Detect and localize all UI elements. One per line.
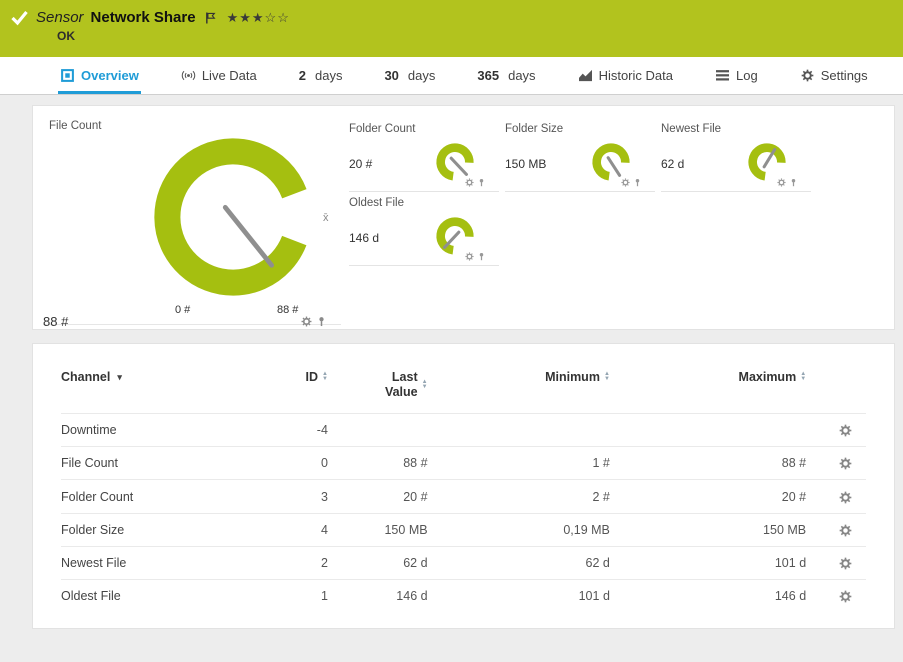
tab-label: days bbox=[508, 68, 535, 83]
status-check-icon bbox=[10, 10, 29, 26]
table-row[interactable]: Newest File 2 62 d 62 d 101 d bbox=[61, 546, 866, 579]
oldest-file-gauge bbox=[433, 215, 477, 257]
channel-settings-gear-icon[interactable] bbox=[839, 590, 852, 603]
column-header-last-value[interactable]: Last Value▲▼ bbox=[328, 370, 428, 414]
gauge-value: 20 # bbox=[349, 157, 372, 171]
channel-settings-gear-icon[interactable] bbox=[839, 424, 852, 437]
tab-number: 365 bbox=[477, 68, 499, 83]
folder-count-gauge bbox=[433, 141, 477, 183]
tab-label: Settings bbox=[821, 68, 868, 83]
flag-icon[interactable] bbox=[205, 11, 216, 25]
folder-size-gauge-tile: Folder Size 150 MB bbox=[505, 118, 655, 192]
gauge-value: 146 d bbox=[349, 231, 379, 245]
gauge-title: Newest File bbox=[661, 123, 811, 140]
column-header-minimum[interactable]: Minimum▲▼ bbox=[428, 370, 610, 414]
live-data-icon bbox=[181, 69, 196, 82]
gauge-pin-icon[interactable] bbox=[789, 178, 798, 187]
sort-icon[interactable]: ▲▼ bbox=[422, 380, 428, 390]
priority-stars[interactable]: ★★★☆☆ bbox=[227, 10, 290, 26]
sort-icon[interactable]: ▲▼ bbox=[604, 372, 610, 382]
tab-label: Live Data bbox=[202, 68, 257, 83]
gauges-panel: File Count x̄ 0 # 88 # 88 # Folde bbox=[32, 105, 895, 330]
newest-file-gauge bbox=[745, 141, 789, 183]
sensor-kind-label: Sensor bbox=[36, 9, 84, 26]
gauge-settings-gear-icon[interactable] bbox=[465, 178, 474, 187]
tab-label: Historic Data bbox=[599, 68, 673, 83]
gauge-settings-gear-icon[interactable] bbox=[465, 252, 474, 261]
gauge-title: File Count bbox=[43, 118, 341, 132]
column-header-channel[interactable]: Channel▾ bbox=[61, 370, 238, 414]
tab-bar: Overview Live Data 2 days 30 days 365 da… bbox=[0, 57, 903, 95]
gauge-title: Folder Size bbox=[505, 123, 655, 140]
tab-label: days bbox=[408, 68, 435, 83]
overview-icon bbox=[60, 69, 75, 82]
tab-label: Overview bbox=[81, 68, 139, 83]
historic-data-icon bbox=[578, 69, 593, 82]
table-row[interactable]: Folder Count 3 20 # 2 # 20 # bbox=[61, 480, 866, 513]
gauge-scale-min: 0 # bbox=[175, 304, 190, 316]
channel-settings-gear-icon[interactable] bbox=[839, 524, 852, 537]
tab-overview[interactable]: Overview bbox=[58, 57, 141, 94]
gauge-title: Oldest File bbox=[349, 197, 499, 214]
folder-size-gauge bbox=[589, 141, 633, 183]
folder-count-gauge-tile: Folder Count 20 # bbox=[349, 118, 499, 192]
settings-gear-icon bbox=[800, 69, 815, 82]
sort-icon[interactable]: ▲▼ bbox=[800, 372, 806, 382]
sensor-title: Network Share bbox=[91, 9, 196, 26]
tab-label: days bbox=[315, 68, 342, 83]
table-row[interactable]: Folder Size 4 150 MB 0,19 MB 150 MB bbox=[61, 513, 866, 546]
channel-settings-gear-icon[interactable] bbox=[839, 491, 852, 504]
file-count-gauge bbox=[150, 134, 316, 300]
tab-live-data[interactable]: Live Data bbox=[179, 57, 259, 94]
sensor-header: Sensor Network Share ★★★☆☆ OK bbox=[0, 0, 903, 57]
log-icon bbox=[715, 69, 730, 82]
gauge-value: 62 d bbox=[661, 157, 684, 171]
oldest-file-gauge-tile: Oldest File 146 d bbox=[349, 192, 499, 266]
gauge-value: 150 MB bbox=[505, 157, 546, 171]
channel-settings-gear-icon[interactable] bbox=[839, 457, 852, 470]
tab-365-days[interactable]: 365 days bbox=[475, 57, 537, 94]
table-row[interactable]: Downtime -4 bbox=[61, 414, 866, 447]
gauge-pin-icon[interactable] bbox=[633, 178, 642, 187]
sort-icon[interactable]: ▲▼ bbox=[322, 372, 328, 382]
sorted-desc-icon: ▾ bbox=[117, 372, 122, 383]
tab-30-days[interactable]: 30 days bbox=[382, 57, 437, 94]
column-header-id[interactable]: ID▲▼ bbox=[238, 370, 328, 414]
table-row[interactable]: Oldest File 1 146 d 101 d 146 d bbox=[61, 580, 866, 613]
gauge-title: Folder Count bbox=[349, 123, 499, 140]
tab-2-days[interactable]: 2 days bbox=[297, 57, 345, 94]
small-gauges-grid: Folder Count 20 # Folder Size 150 MB bbox=[349, 118, 827, 329]
gauge-pin-icon[interactable] bbox=[477, 252, 486, 261]
table-row[interactable]: File Count 0 88 # 1 # 88 # bbox=[61, 447, 866, 480]
gauge-settings-gear-icon[interactable] bbox=[777, 178, 786, 187]
newest-file-gauge-tile: Newest File 62 d bbox=[661, 118, 811, 192]
tab-label: Log bbox=[736, 68, 758, 83]
status-badge: OK bbox=[0, 26, 903, 43]
tab-historic-data[interactable]: Historic Data bbox=[576, 57, 675, 94]
gauge-pin-icon[interactable] bbox=[316, 316, 327, 327]
content-area: File Count x̄ 0 # 88 # 88 # Folde bbox=[0, 95, 903, 662]
tab-log[interactable]: Log bbox=[713, 57, 760, 94]
gauge-scale-max: 88 # bbox=[277, 304, 298, 316]
file-count-gauge-tile: File Count x̄ 0 # 88 # 88 # bbox=[43, 118, 341, 325]
gauge-pin-icon[interactable] bbox=[477, 178, 486, 187]
column-header-maximum[interactable]: Maximum▲▼ bbox=[610, 370, 806, 414]
channel-settings-gear-icon[interactable] bbox=[839, 557, 852, 570]
tab-number: 2 bbox=[299, 68, 306, 83]
channels-panel: Channel▾ ID▲▼ Last Value▲▼ Minimum▲▼ Max… bbox=[32, 343, 895, 629]
gauge-settings-gear-icon[interactable] bbox=[621, 178, 630, 187]
tab-settings[interactable]: Settings bbox=[798, 57, 870, 94]
gauge-value: 88 # bbox=[43, 314, 68, 329]
channels-table: Channel▾ ID▲▼ Last Value▲▼ Minimum▲▼ Max… bbox=[61, 370, 866, 612]
mean-marker: x̄ bbox=[323, 212, 329, 224]
gauge-settings-gear-icon[interactable] bbox=[301, 316, 312, 327]
tab-number: 30 bbox=[384, 68, 398, 83]
